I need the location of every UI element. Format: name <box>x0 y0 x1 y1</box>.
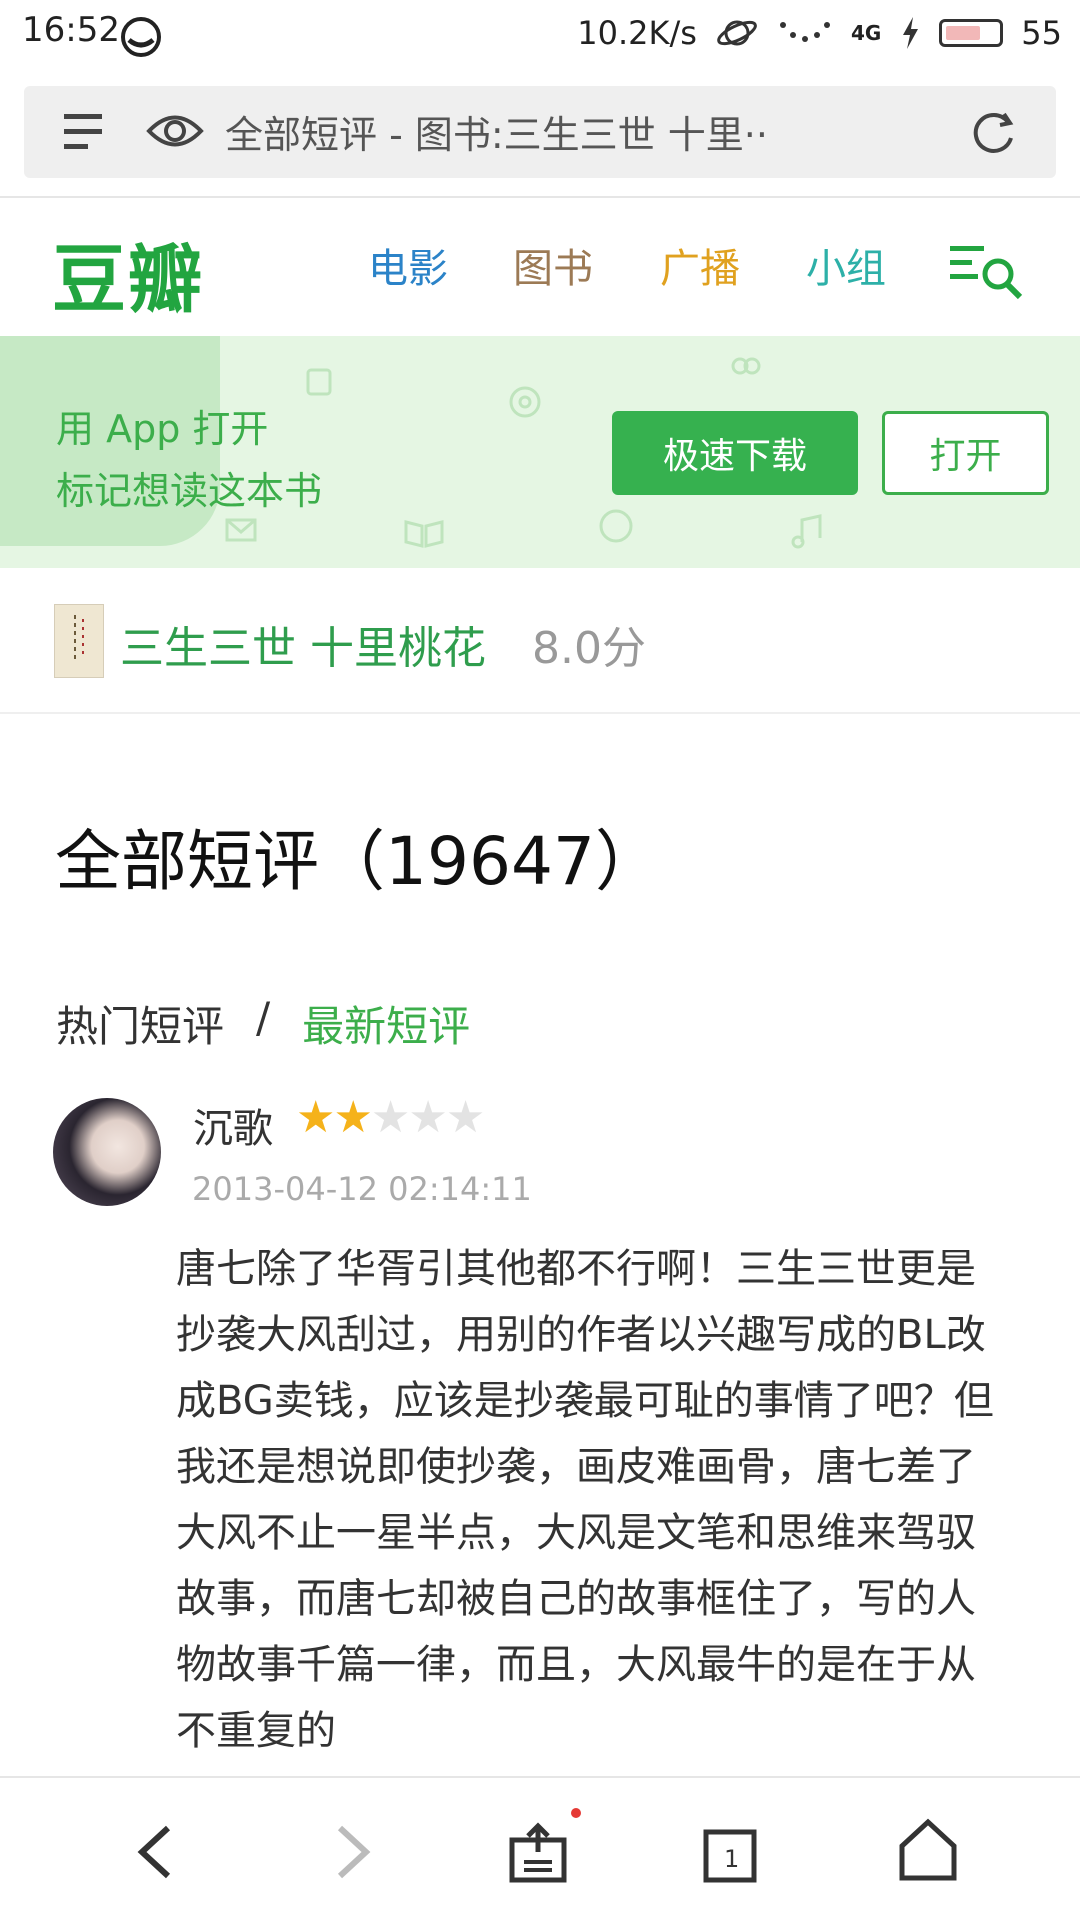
eye-icon[interactable] <box>146 110 204 152</box>
book-cover[interactable] <box>54 604 104 678</box>
mail-icon <box>225 518 257 542</box>
forward-icon[interactable] <box>330 1822 376 1882</box>
network-type: 4G <box>850 21 882 45</box>
review-text: 唐七除了华胥引其他都不行啊！三生三世更是抄袭大风刮过，用别的作者以兴趣写成的BL… <box>176 1246 994 1754</box>
charging-icon <box>903 17 919 49</box>
banner-line-mark-book: 标记想读这本书 <box>56 469 323 513</box>
rating-stars: ★★★★★ <box>296 1092 485 1143</box>
avatar[interactable] <box>53 1098 161 1206</box>
star-empty-icon: ★ <box>408 1092 447 1143</box>
planet-icon <box>717 20 757 46</box>
film-icon <box>509 386 541 418</box>
book-cover-art <box>74 615 84 663</box>
divider <box>0 196 1080 198</box>
book-icon <box>404 520 444 548</box>
nav-broadcast[interactable]: 广播 <box>660 236 740 294</box>
divider <box>0 712 1080 714</box>
tabs-icon[interactable]: 1 <box>700 1822 764 1886</box>
douban-logo[interactable]: 豆瓣 <box>52 220 204 327</box>
status-indicators: 10.2K/s 4G 55 <box>577 8 1062 58</box>
search-menu-icon[interactable] <box>948 242 1026 304</box>
page-heading: 全部短评（19647） <box>55 823 661 900</box>
refresh-icon[interactable] <box>968 108 1018 158</box>
nav-group[interactable]: 小组 <box>806 236 886 294</box>
tab-separator: / <box>256 993 271 1042</box>
app-notification-icon <box>121 17 161 57</box>
star-empty-icon: ★ <box>445 1092 485 1143</box>
share-icon[interactable] <box>506 1822 570 1886</box>
nav-book[interactable]: 图书 <box>513 236 593 294</box>
battery-icon <box>939 19 1004 47</box>
status-time: 16:52 <box>22 10 120 50</box>
back-icon[interactable] <box>132 1822 178 1882</box>
music-icon <box>791 514 822 549</box>
banner-line-open-app: 用 App 打开 <box>56 407 269 451</box>
network-speed: 10.2K/s <box>577 14 697 52</box>
battery-level: 55 <box>1021 14 1062 52</box>
svg-text:1: 1 <box>724 1845 739 1873</box>
star-empty-icon: ★ <box>370 1092 410 1143</box>
star-filled-icon: ★ <box>333 1092 372 1143</box>
people-icon <box>731 357 761 375</box>
page-title[interactable]: 全部短评 - 图书:三生三世 十里·· <box>225 104 768 159</box>
book-title[interactable]: 三生三世 十里桃花 <box>120 612 486 676</box>
home-icon[interactable] <box>896 1816 960 1886</box>
review-sort-tabs: 热门短评 / 最新短评 <box>56 993 470 1054</box>
tab-latest-reviews[interactable]: 最新短评 <box>302 993 470 1054</box>
chat-icon <box>599 509 633 543</box>
reviewer-name[interactable]: 沉歌 <box>193 1096 273 1154</box>
open-app-button[interactable]: 打开 <box>882 411 1049 495</box>
fast-download-button[interactable]: 极速下载 <box>612 411 858 495</box>
book-score: 8.0分 <box>532 623 646 674</box>
menu-icon[interactable] <box>62 110 104 154</box>
nav-movie[interactable]: 电影 <box>368 236 448 294</box>
tab-hot-reviews[interactable]: 热门短评 <box>56 993 224 1054</box>
share-notification-dot <box>571 1808 581 1818</box>
cup-icon <box>306 368 332 396</box>
star-filled-icon: ★ <box>296 1092 335 1143</box>
wifi-dots-icon <box>779 22 830 42</box>
review-date: 2013-04-12 02:14:11 <box>192 1170 532 1208</box>
